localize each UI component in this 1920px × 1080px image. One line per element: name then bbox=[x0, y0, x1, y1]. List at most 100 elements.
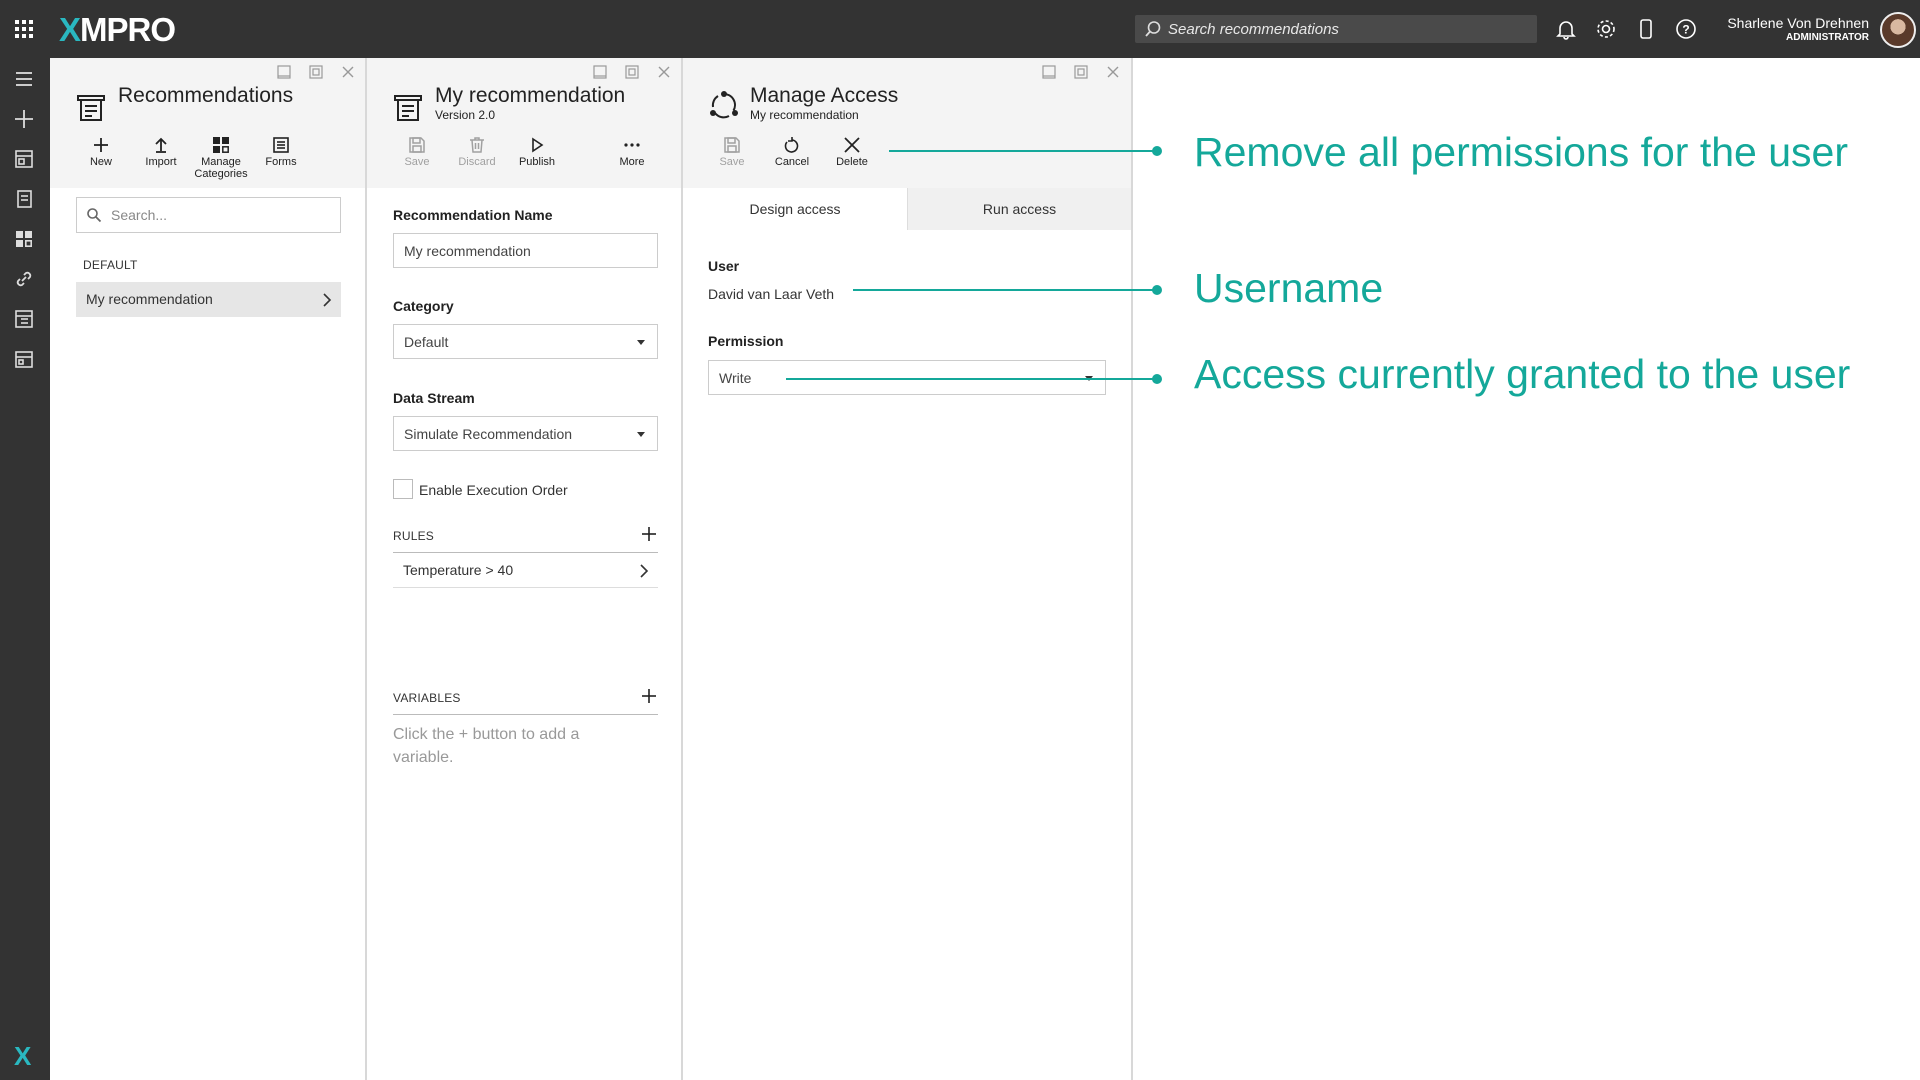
data-stream-select[interactable]: Simulate Recommendation bbox=[393, 416, 658, 451]
global-search[interactable] bbox=[1135, 15, 1537, 43]
publish-label: Publish bbox=[518, 156, 556, 168]
discard-button[interactable]: Discard bbox=[447, 136, 507, 168]
apps-grid-icon[interactable] bbox=[14, 19, 34, 39]
avatar[interactable] bbox=[1880, 12, 1916, 48]
data-stream-value: Simulate Recommendation bbox=[404, 426, 573, 442]
categories-icon bbox=[213, 137, 229, 153]
app-designer-icon[interactable] bbox=[13, 148, 35, 170]
gear-icon[interactable] bbox=[1594, 17, 1618, 41]
close-icon[interactable] bbox=[1105, 64, 1121, 80]
play-icon bbox=[532, 137, 544, 153]
panel-title: Recommendations bbox=[118, 84, 294, 107]
calendar-icon[interactable] bbox=[13, 348, 35, 370]
delete-button[interactable]: Delete bbox=[822, 136, 882, 168]
permission-label: Permission bbox=[708, 333, 784, 349]
access-tabs: Design access Run access bbox=[683, 188, 1131, 230]
tab-run-access[interactable]: Run access bbox=[907, 188, 1131, 230]
publish-button[interactable]: Publish bbox=[507, 136, 567, 168]
help-icon[interactable]: ? bbox=[1674, 17, 1698, 41]
recommendation-icon bbox=[394, 95, 422, 121]
variables-hint: Click the + button to add a variable. bbox=[393, 726, 580, 766]
annotation-dot bbox=[1152, 146, 1162, 156]
annotation-dot bbox=[1152, 285, 1162, 295]
forms-button[interactable]: Forms bbox=[251, 136, 311, 168]
more-button[interactable]: More bbox=[602, 136, 662, 168]
panel-header: My recommendation Version 2.0 Save Disca… bbox=[367, 58, 681, 188]
plus-icon bbox=[94, 138, 108, 152]
cancel-label: Cancel bbox=[774, 156, 810, 168]
global-search-input[interactable] bbox=[1168, 15, 1528, 43]
category-value: Default bbox=[404, 334, 449, 350]
save-button[interactable]: Save bbox=[387, 136, 447, 168]
list-item[interactable]: My recommendation bbox=[76, 282, 341, 317]
manage-categories-button[interactable]: Manage Categories bbox=[191, 136, 251, 180]
panel-subtitle: My recommendation bbox=[750, 108, 859, 122]
annotation-dot bbox=[1152, 374, 1162, 384]
forms-icon bbox=[273, 137, 289, 153]
user-role: ADMINISTRATOR bbox=[1786, 32, 1869, 43]
minimize-icon[interactable] bbox=[592, 64, 608, 80]
maximize-icon[interactable] bbox=[308, 64, 324, 80]
close-icon[interactable] bbox=[656, 64, 672, 80]
rule-row[interactable]: Temperature > 40 bbox=[393, 553, 658, 588]
recommendations-panel: Recommendations New Import Manage Catego… bbox=[50, 58, 367, 1080]
bell-icon[interactable] bbox=[1554, 17, 1578, 41]
search-icon bbox=[87, 208, 102, 223]
execution-order-label: Enable Execution Order bbox=[419, 482, 568, 498]
category-select[interactable]: Default bbox=[393, 324, 658, 359]
recommendations-icon[interactable] bbox=[13, 188, 35, 210]
annotation-line bbox=[853, 289, 1157, 291]
search-input[interactable] bbox=[111, 198, 331, 232]
annotation-line bbox=[889, 150, 1157, 152]
save-icon bbox=[724, 137, 740, 153]
permission-value: Write bbox=[719, 370, 752, 386]
close-icon[interactable] bbox=[340, 64, 356, 80]
execution-order-checkbox[interactable] bbox=[393, 479, 413, 499]
panel-subtitle: Version 2.0 bbox=[435, 108, 496, 122]
category-heading: DEFAULT bbox=[83, 258, 138, 272]
logo-x: X bbox=[59, 11, 81, 48]
panel-title: My recommendation bbox=[435, 84, 626, 107]
recommendation-name-field[interactable]: My recommendation bbox=[393, 233, 658, 268]
xmpro-x-icon[interactable]: X bbox=[14, 1041, 31, 1072]
data-stream-icon[interactable] bbox=[13, 308, 35, 330]
rule-label: Temperature > 40 bbox=[403, 562, 514, 578]
panel-header: Manage Access My recommendation Save Can… bbox=[683, 58, 1131, 188]
more-label: More bbox=[619, 156, 645, 168]
chevron-right-icon bbox=[640, 564, 649, 578]
manage-label-line1: Manage bbox=[201, 156, 241, 168]
panel-title: Manage Access bbox=[750, 84, 899, 107]
user-label: User bbox=[708, 258, 740, 274]
add-variable-icon[interactable] bbox=[641, 688, 657, 704]
recommendations-search[interactable] bbox=[76, 197, 341, 233]
cancel-button[interactable]: Cancel bbox=[762, 136, 822, 168]
undo-icon bbox=[784, 137, 799, 153]
add-icon[interactable] bbox=[13, 108, 35, 130]
link-icon[interactable] bbox=[13, 268, 35, 290]
maximize-icon[interactable] bbox=[624, 64, 640, 80]
upload-icon bbox=[155, 137, 167, 153]
save-button[interactable]: Save bbox=[702, 136, 762, 168]
new-button[interactable]: New bbox=[71, 136, 131, 168]
import-label: Import bbox=[145, 156, 177, 168]
logo-text: MPRO bbox=[80, 11, 176, 48]
chevron-right-icon bbox=[323, 293, 332, 307]
recommendation-detail-panel: My recommendation Version 2.0 Save Disca… bbox=[367, 58, 683, 1080]
dashboard-icon[interactable] bbox=[13, 228, 35, 250]
save-label: Save bbox=[719, 156, 745, 168]
save-label: Save bbox=[404, 156, 430, 168]
xmpro-logo[interactable]: XMPRO bbox=[59, 11, 176, 49]
menu-icon[interactable] bbox=[13, 68, 35, 90]
add-rule-icon[interactable] bbox=[641, 526, 657, 542]
delete-label: Delete bbox=[836, 156, 868, 168]
left-rail: X bbox=[0, 58, 50, 1080]
recommendation-name-value: My recommendation bbox=[404, 243, 531, 259]
forms-label: Forms bbox=[265, 156, 297, 168]
mobile-device-icon[interactable] bbox=[1634, 17, 1658, 41]
minimize-icon[interactable] bbox=[276, 64, 292, 80]
maximize-icon[interactable] bbox=[1073, 64, 1089, 80]
tab-design-access[interactable]: Design access bbox=[683, 188, 907, 230]
import-button[interactable]: Import bbox=[131, 136, 191, 168]
minimize-icon[interactable] bbox=[1041, 64, 1057, 80]
user-name[interactable]: Sharlene Von Drehnen bbox=[1727, 15, 1869, 31]
